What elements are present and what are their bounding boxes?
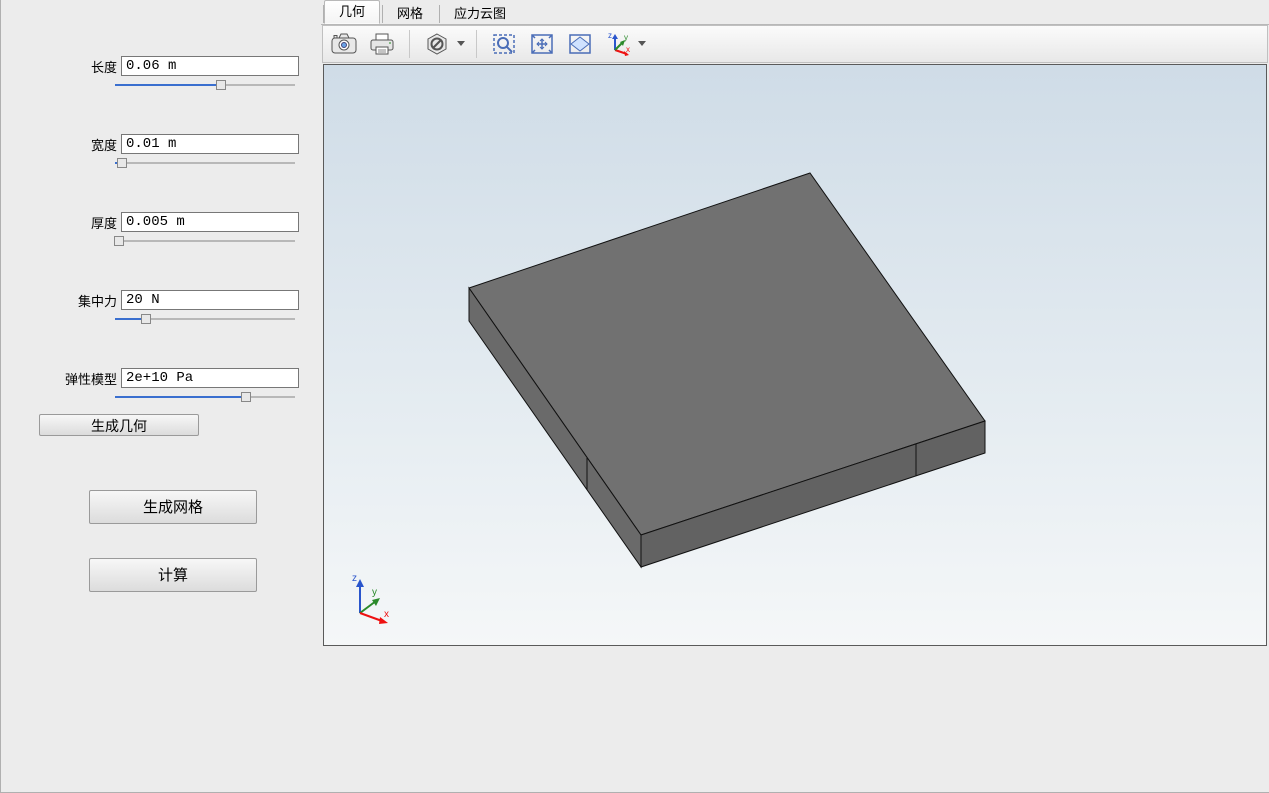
param-thickness-slider[interactable] (115, 234, 295, 248)
tab-stress[interactable]: 应力云图 (440, 4, 520, 24)
param-thickness-row: 厚度 (19, 212, 299, 232)
svg-text:y: y (624, 33, 628, 42)
zoom-selected-icon (566, 31, 594, 57)
cancel-icon (424, 32, 450, 56)
svg-text:x: x (626, 45, 630, 54)
param-force-input[interactable] (121, 290, 299, 310)
compute-button[interactable]: 计算 (89, 558, 257, 592)
orientation-dropdown[interactable]: z y x (601, 28, 647, 60)
param-thickness-slider-wrap (115, 234, 299, 248)
axes-triad-icon: z y x (342, 573, 402, 627)
param-elastic-slider[interactable] (115, 390, 295, 404)
param-thickness-input[interactable] (121, 212, 299, 232)
svg-text:y: y (372, 587, 377, 598)
generate-mesh-button[interactable]: 生成网格 (89, 490, 257, 524)
param-force-label: 集中力 (59, 291, 121, 310)
tab-geometry[interactable]: 几何 (324, 0, 380, 24)
geometry-render (324, 65, 1266, 645)
zoom-box-icon (491, 32, 517, 56)
parameter-panel: 长度 宽度 厚度 (19, 38, 299, 592)
svg-text:x: x (384, 609, 389, 620)
viewer-toolbar: z y x (322, 25, 1268, 63)
param-width-row: 宽度 (19, 134, 299, 154)
chevron-down-icon (638, 41, 646, 47)
param-elastic-label: 弹性模型 (59, 369, 121, 388)
param-length-label: 长度 (59, 57, 121, 76)
param-length-slider[interactable] (115, 78, 295, 92)
zoom-extents-button[interactable] (525, 28, 559, 60)
print-button[interactable] (365, 28, 399, 60)
param-width-slider[interactable] (115, 156, 295, 170)
zoom-box-button[interactable] (487, 28, 521, 60)
param-force-row: 集中力 (19, 290, 299, 310)
svg-text:z: z (352, 573, 357, 584)
param-elastic-input[interactable] (121, 368, 299, 388)
param-length-row: 长度 (19, 56, 299, 76)
param-width-label: 宽度 (59, 135, 121, 154)
toolbar-separator (409, 30, 410, 58)
3d-viewport[interactable]: z y x (323, 64, 1267, 646)
tab-bar: 几何 网格 应力云图 (323, 2, 522, 24)
param-force-slider[interactable] (115, 312, 295, 326)
param-thickness-label: 厚度 (59, 213, 121, 232)
param-width-slider-wrap (115, 156, 299, 170)
print-icon (369, 32, 395, 56)
tab-mesh[interactable]: 网格 (383, 4, 437, 24)
app-root: 长度 宽度 厚度 (0, 0, 1269, 793)
chevron-down-icon (457, 41, 465, 47)
zoom-extents-icon (529, 32, 555, 56)
cancel-dropdown[interactable] (420, 28, 466, 60)
toolbar-separator (476, 30, 477, 58)
generate-geometry-button[interactable]: 生成几何 (39, 414, 199, 436)
snapshot-button[interactable] (327, 28, 361, 60)
viewer-area: 几何 网格 应力云图 (321, 0, 1269, 792)
param-elastic-slider-wrap (115, 390, 299, 404)
param-length-slider-wrap (115, 78, 299, 92)
camera-icon (331, 33, 357, 55)
orientation-axes-icon: z y x (605, 32, 631, 56)
svg-text:z: z (608, 32, 612, 40)
param-length-input[interactable] (121, 56, 299, 76)
param-force-slider-wrap (115, 312, 299, 326)
param-elastic-row: 弹性模型 (19, 368, 299, 388)
param-width-input[interactable] (121, 134, 299, 154)
zoom-selected-button[interactable] (563, 28, 597, 60)
